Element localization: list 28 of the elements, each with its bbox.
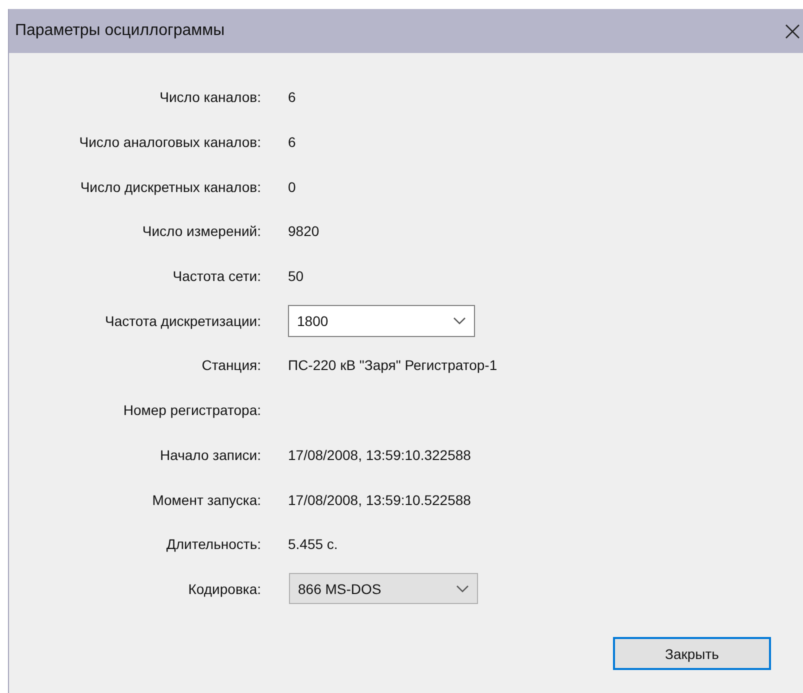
field-value: 50 [288,268,305,284]
field-label: Кодировка: [187,580,261,597]
field-value: 17/08/2008, 13:59:10.322588 [288,446,472,463]
field-label: Момент запуска: [151,492,261,508]
field-label: Начало записи: [159,446,261,463]
chevron-down-icon [453,316,466,325]
field-value: 0 [288,178,297,195]
field-label: Число каналов: [158,89,261,106]
field-label: Частота дискретизации: [104,312,261,329]
field-label: Длительность: [165,536,261,552]
field-label: Номер регистратора: [122,402,261,418]
field-label: Число измерений: [141,223,261,240]
close-icon[interactable] [785,24,800,38]
field-value: 17/08/2008, 13:59:10.522588 [288,492,472,508]
field-label: Число аналоговых каналов: [78,134,261,150]
window-title: Параметры осциллограммы [15,22,225,40]
field-label: Станция: [200,357,261,374]
field-value: 6 [288,89,297,106]
field-label: Число дискретных каналов: [79,178,261,195]
field-label: Частота сети: [172,268,261,284]
field-value: 9820 [288,223,320,240]
dropdown[interactable]: 866 MS-DOS [289,573,478,604]
dropdown[interactable]: 1800 [288,304,475,337]
field-value: ПС-220 кВ "Заря" Регистратор-1 [288,357,498,374]
field-value: 6 [288,134,297,150]
chevron-down-icon [456,584,469,593]
field-value: 5.455 с. [288,536,339,552]
close-button[interactable]: Закрыть [613,637,771,670]
